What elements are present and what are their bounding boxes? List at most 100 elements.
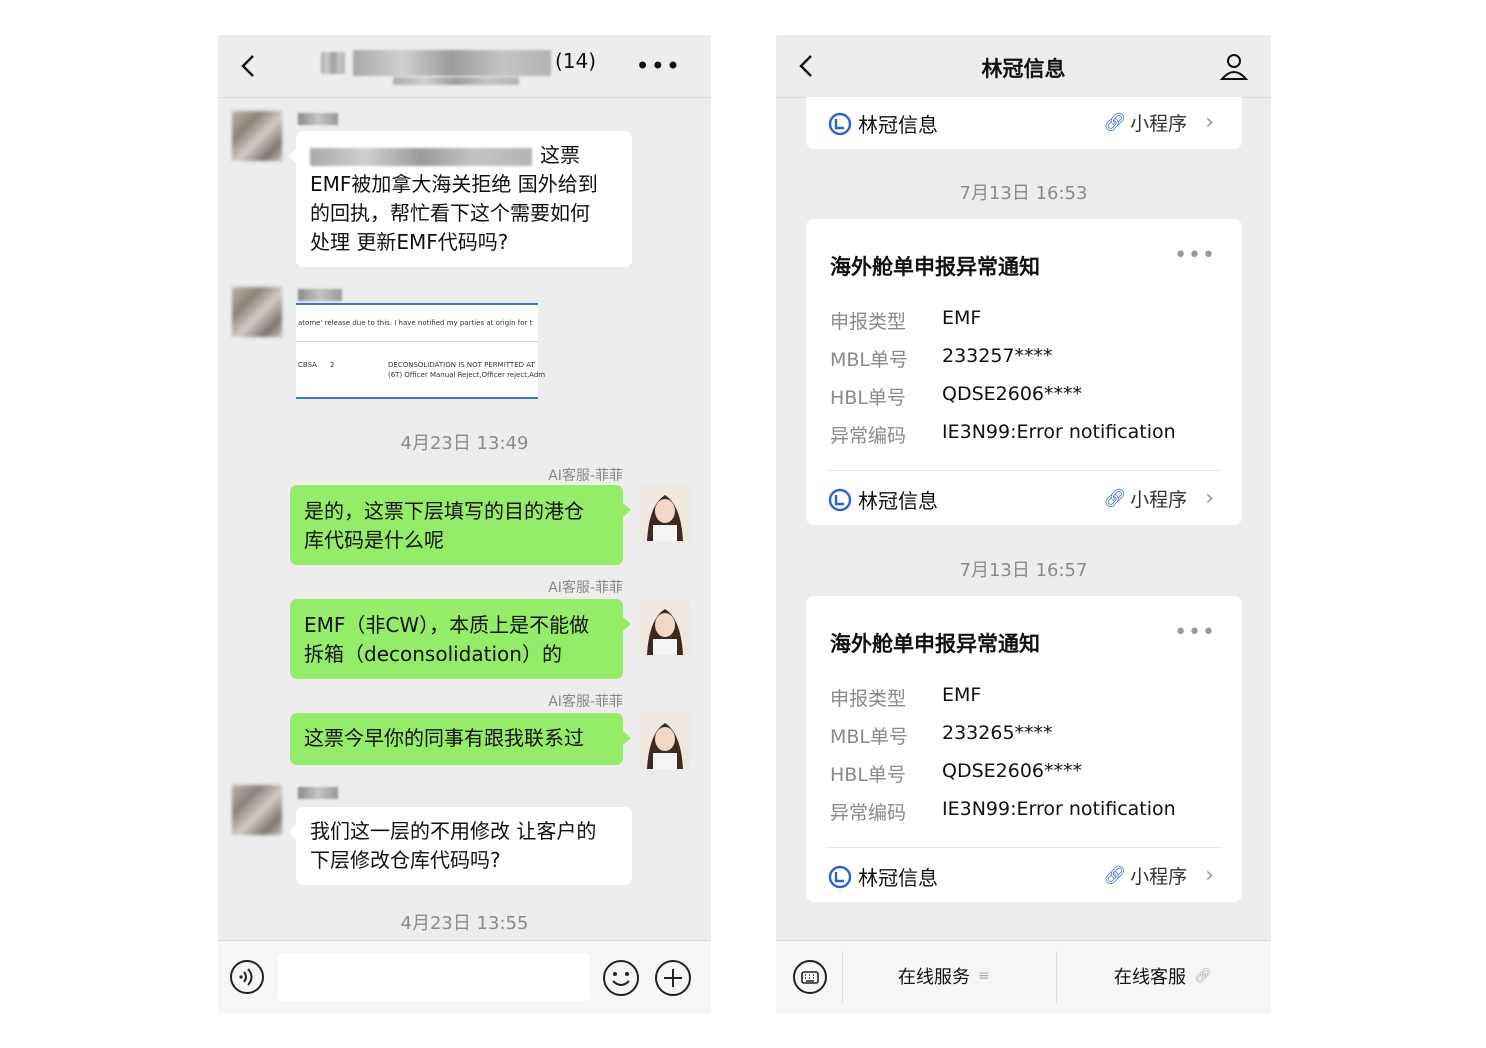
field-value: IE3N99:Error notification (942, 798, 1176, 820)
image-text-line: (6T) Officer Manual Reject,Officer rejec… (388, 371, 546, 379)
sender-name-blurred (298, 787, 338, 799)
online-service-menu[interactable]: 在线服务 ≡ (898, 963, 990, 989)
more-dots-icon[interactable]: ••• (1174, 620, 1216, 645)
ai-agent-portrait-icon (639, 599, 691, 655)
mini-program-card[interactable]: 林冠信息 🔗︎ 小程序 › (806, 97, 1242, 149)
message-line: 这票 (540, 143, 580, 167)
notice-card[interactable]: 海外舱单申报异常通知 ••• 申报类型 EMF MBL单号 233265****… (806, 596, 1242, 902)
more-dots-icon[interactable]: ••• (1174, 243, 1216, 268)
message-line: EMF（非CW），本质上是不能做 (304, 613, 590, 637)
ai-agent-avatar[interactable] (639, 713, 691, 769)
link-icon: 🔗︎ (1103, 865, 1127, 886)
chevron-right-icon: › (1205, 863, 1214, 888)
page-title: 林冠信息 (981, 57, 1066, 81)
ai-agent-avatar[interactable] (639, 485, 691, 541)
image-text-line: atome' release due to this. I have notif… (298, 319, 533, 327)
brand-row: 林冠信息 (828, 485, 938, 514)
notice-title: 海外舱单申报异常通知 (830, 255, 1040, 279)
timestamp: 4月23日 13:49 (400, 433, 529, 454)
brand-name: 林冠信息 (858, 866, 938, 890)
more-dots-icon[interactable]: ••• (636, 53, 681, 79)
group-member-count: (14) (555, 49, 597, 73)
group-subtitle-blurred (393, 77, 519, 85)
field-value: 233257**** (942, 345, 1053, 367)
message-line: 这票今早你的同事有跟我联系过 (304, 726, 584, 750)
account-menu-bar: 在线服务 ≡ 在线客服 🔗︎ (776, 940, 1271, 1013)
message-line: 处理 更新EMF代码吗? (310, 230, 509, 254)
group-chat-screen: (14) ••• 这票 EMF被加拿大海关拒绝 国外给到 的回执，帮忙看下这个需… (218, 35, 711, 1013)
image-text-number: 2 (330, 361, 335, 369)
field-value: EMF (942, 307, 982, 329)
plus-icon[interactable] (654, 959, 692, 997)
message-line: 拆箱（deconsolidation）的 (304, 642, 562, 666)
voice-icon[interactable] (229, 959, 265, 995)
field-label: 异常编码 (830, 802, 907, 824)
sender-avatar-blurred[interactable] (232, 785, 282, 835)
redacted-text (310, 147, 532, 166)
profile-icon[interactable] (1219, 51, 1249, 81)
incoming-message-bubble[interactable]: 这票 EMF被加拿大海关拒绝 国外给到 的回执，帮忙看下这个需要如何 处理 更新… (288, 131, 632, 267)
field-label: MBL单号 (830, 726, 909, 748)
image-text-cbsa: CBSA (298, 361, 317, 369)
timestamp: 7月13日 16:57 (959, 560, 1088, 581)
screenshot-image-message[interactable]: atome' release due to this. I have notif… (296, 303, 545, 399)
brand-name: 林冠信息 (858, 489, 938, 513)
online-support-menu[interactable]: 在线客服 🔗︎ (1114, 963, 1212, 989)
keyboard-icon[interactable] (792, 959, 828, 995)
message-line: 的回执，帮忙看下这个需要如何 (310, 201, 590, 225)
emoji-icon[interactable] (602, 959, 640, 997)
field-value: IE3N99:Error notification (942, 421, 1176, 443)
link-icon: 🔗︎ (1103, 488, 1127, 509)
chat-input-bar (218, 940, 711, 1013)
brand-logo-icon (828, 112, 852, 135)
incoming-message-bubble[interactable]: 我们这一层的不用修改 让客户的 下层修改仓库代码吗? (288, 807, 632, 885)
brand-logo-icon (828, 865, 852, 888)
notice-card[interactable]: 海外舱单申报异常通知 ••• 申报类型 EMF MBL单号 233257****… (806, 219, 1242, 525)
field-value: QDSE2606**** (942, 760, 1083, 782)
ai-agent-portrait-icon (639, 713, 691, 769)
message-input[interactable] (278, 953, 590, 1001)
message-line: EMF被加拿大海关拒绝 国外给到 (310, 172, 598, 196)
menu-divider (1056, 951, 1057, 1003)
sender-name: AI客服-菲菲 (548, 468, 623, 484)
message-line: 库代码是什么呢 (304, 528, 444, 552)
field-value: EMF (942, 684, 982, 706)
field-label: MBL单号 (830, 349, 909, 371)
outgoing-message-bubble[interactable]: 这票今早你的同事有跟我联系过 (290, 713, 631, 765)
sender-name-blurred (298, 113, 338, 125)
online-service-label: 在线服务 (898, 967, 970, 988)
mini-program-link[interactable]: 🔗︎ 小程序 › (1103, 862, 1214, 889)
mini-program-label: 小程序 (1130, 113, 1188, 135)
message-line: 我们这一层的不用修改 让客户的 (310, 819, 597, 843)
sender-name: AI客服-菲菲 (548, 694, 623, 710)
brand-row: 林冠信息 (828, 109, 938, 138)
mini-program-link[interactable]: 🔗︎ 小程序 › (1103, 109, 1214, 136)
notice-title: 海外舱单申报异常通知 (830, 632, 1040, 656)
outgoing-message-bubble[interactable]: 是的，这票下层填写的目的港仓 库代码是什么呢 (290, 485, 631, 565)
ai-agent-avatar[interactable] (639, 599, 691, 655)
link-icon: 🔗︎ (1103, 112, 1127, 133)
official-account-screen: 林冠信息 林冠信息 🔗︎ 小程序 › 7月13日 16:53 海外舱单申报异常通… (776, 35, 1271, 1013)
account-header: 林冠信息 (776, 35, 1271, 98)
ai-agent-portrait-icon (639, 485, 691, 541)
chevron-right-icon: › (1205, 486, 1214, 511)
chevron-right-icon: › (1205, 110, 1214, 135)
chat-header: (14) ••• (218, 35, 711, 98)
field-label: 申报类型 (830, 311, 907, 333)
mini-program-link[interactable]: 🔗︎ 小程序 › (1103, 485, 1214, 512)
image-text-line: DECONSOLIDATION IS NOT PERMITTED AT (388, 361, 535, 369)
sender-avatar-blurred[interactable] (232, 111, 282, 161)
image-divider (296, 341, 538, 342)
link-icon: 🔗︎ (1194, 968, 1212, 984)
back-arrow-icon[interactable] (236, 53, 262, 79)
group-name-blurred (353, 50, 551, 76)
group-avatar-blurred (321, 52, 345, 74)
card-divider (826, 470, 1222, 471)
online-support-label: 在线客服 (1114, 967, 1186, 988)
sender-name-blurred (298, 289, 342, 301)
mini-program-label: 小程序 (1130, 489, 1188, 511)
outgoing-message-bubble[interactable]: EMF（非CW），本质上是不能做 拆箱（deconsolidation）的 (290, 599, 631, 679)
sender-avatar-blurred[interactable] (232, 287, 282, 337)
card-divider (826, 847, 1222, 848)
mini-program-label: 小程序 (1130, 866, 1188, 888)
